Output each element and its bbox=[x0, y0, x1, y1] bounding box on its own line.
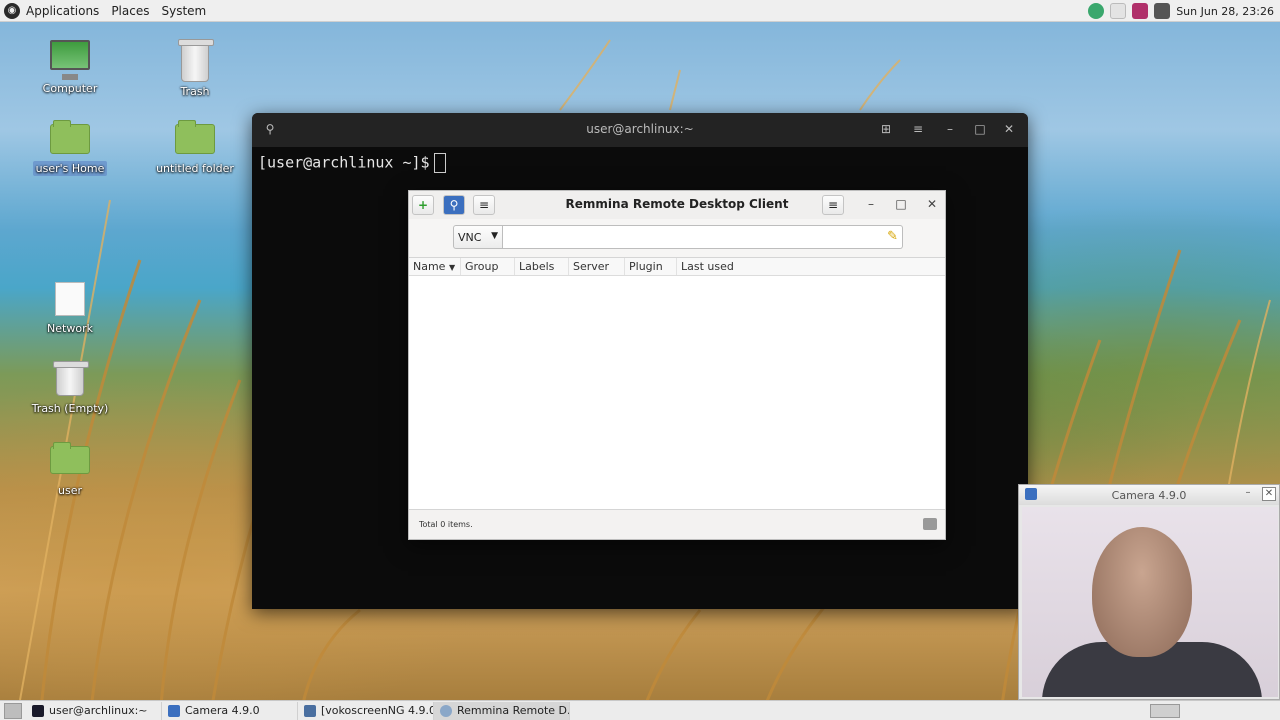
camera-title: Camera 4.9.0 bbox=[1111, 489, 1187, 502]
column-header-server[interactable]: Server bbox=[569, 258, 625, 275]
menu-applications[interactable]: Applications bbox=[20, 4, 105, 18]
show-desktop-icon[interactable] bbox=[4, 702, 22, 719]
desktop-icon-label: Computer bbox=[42, 82, 98, 95]
desktop-icon-home[interactable]: user's Home bbox=[25, 120, 115, 176]
desktop-icon-network[interactable]: Network bbox=[25, 282, 115, 335]
desktop-icon-label: untitled folder bbox=[156, 162, 234, 175]
minimize-icon[interactable]: – bbox=[863, 197, 879, 211]
main-menu-button[interactable]: ≡ bbox=[822, 195, 844, 215]
power-icon[interactable] bbox=[1110, 3, 1127, 19]
protocol-value: VNC bbox=[458, 231, 482, 244]
quick-connect-input[interactable]: ✎ bbox=[503, 225, 903, 249]
task-camera[interactable]: Camera 4.9.0 bbox=[162, 701, 298, 720]
home-folder-icon bbox=[50, 120, 90, 154]
applications-menu-icon[interactable]: ◉ bbox=[4, 2, 20, 19]
camera-icon bbox=[168, 704, 180, 717]
camera-window[interactable]: Camera 4.9.0 – ✕ bbox=[1018, 484, 1280, 700]
workspace-switcher[interactable] bbox=[1150, 704, 1180, 718]
person-head bbox=[1092, 527, 1192, 657]
desktop-icon-user[interactable]: user bbox=[25, 442, 115, 497]
maximize-icon[interactable]: □ bbox=[893, 197, 909, 211]
status-bar: Total 0 items. bbox=[409, 509, 945, 539]
task-label: Remmina Remote D... bbox=[457, 704, 570, 717]
status-text: Total 0 items. bbox=[419, 520, 473, 529]
new-tab-icon[interactable]: ⊞ bbox=[878, 122, 894, 136]
update-icon[interactable] bbox=[1088, 3, 1105, 19]
terminal-cursor bbox=[433, 153, 446, 173]
home-folder-icon bbox=[50, 442, 90, 474]
trash-icon bbox=[53, 361, 89, 396]
desktop-icon-label: Trash (Empty) bbox=[31, 402, 109, 415]
trash-icon bbox=[178, 39, 214, 82]
camera-feed bbox=[1022, 507, 1278, 697]
column-header-labels[interactable]: Labels bbox=[515, 258, 569, 275]
close-icon[interactable]: ✕ bbox=[1001, 122, 1017, 136]
desktop-icon-label: user's Home bbox=[32, 161, 108, 176]
camera-titlebar[interactable]: Camera 4.9.0 – ✕ bbox=[1019, 485, 1279, 505]
task-terminal[interactable]: user@archlinux:~ bbox=[26, 701, 162, 720]
computer-icon bbox=[50, 40, 90, 80]
terminal-prompt: [user@archlinux ~]$ bbox=[258, 153, 430, 172]
terminal-icon bbox=[32, 704, 44, 717]
desktop-icon-trash-empty[interactable]: Trash (Empty) bbox=[25, 361, 115, 415]
terminal-titlebar[interactable]: ⚲ user@archlinux:~ ⊞ ≡ – □ ✕ bbox=[252, 113, 1028, 147]
hamburger-menu-icon[interactable]: ≡ bbox=[910, 122, 926, 136]
column-header-last-used[interactable]: Last used bbox=[677, 258, 945, 275]
sort-down-icon: ▼ bbox=[448, 263, 456, 272]
table-header: Name ▼ Group Labels Server Plugin Last u… bbox=[409, 258, 945, 276]
remmina-icon bbox=[440, 704, 452, 717]
close-icon[interactable]: ✕ bbox=[924, 197, 940, 211]
network-icon[interactable] bbox=[1154, 3, 1171, 19]
bottom-taskbar: user@archlinux:~ Camera 4.9.0 [vokoscree… bbox=[0, 700, 1280, 720]
desktop-icon-computer[interactable]: Computer bbox=[25, 40, 115, 95]
desktop-icon-label: user bbox=[58, 484, 82, 497]
connections-table[interactable]: Name ▼ Group Labels Server Plugin Last u… bbox=[409, 257, 945, 509]
desktop-icon-label: Network bbox=[47, 322, 93, 335]
menu-system[interactable]: System bbox=[155, 4, 212, 18]
chevron-down-icon: ▼ bbox=[491, 231, 498, 241]
task-label: user@archlinux:~ bbox=[49, 704, 148, 717]
clear-icon[interactable]: ✎ bbox=[887, 229, 898, 244]
protocol-select[interactable]: VNC ▼ bbox=[453, 225, 503, 249]
desktop-icon-untitled-folder[interactable]: untitled folder bbox=[150, 120, 240, 175]
remmina-headerbar[interactable]: + ⚲ ≡ Remmina Remote Desktop Client ≡ – … bbox=[409, 191, 945, 219]
terminal-body[interactable]: [user@archlinux ~]$ bbox=[252, 147, 1028, 179]
remmina-window[interactable]: + ⚲ ≡ Remmina Remote Desktop Client ≡ – … bbox=[408, 190, 946, 540]
status-icon bbox=[923, 518, 937, 530]
task-remmina[interactable]: Remmina Remote D... bbox=[434, 701, 570, 720]
column-header-group[interactable]: Group bbox=[461, 258, 515, 275]
maximize-icon[interactable]: □ bbox=[972, 122, 988, 136]
menu-places[interactable]: Places bbox=[105, 4, 155, 18]
system-tray: Sun Jun 28, 23:26 bbox=[1088, 0, 1274, 22]
minimize-icon[interactable]: – bbox=[1241, 487, 1255, 501]
top-panel: ◉ Applications Places System Sun Jun 28,… bbox=[0, 0, 1280, 22]
clock[interactable]: Sun Jun 28, 23:26 bbox=[1176, 5, 1274, 18]
column-header-plugin[interactable]: Plugin bbox=[625, 258, 677, 275]
minimize-icon[interactable]: – bbox=[942, 122, 958, 136]
network-icon bbox=[55, 282, 85, 316]
task-label: [vokoscreenNG 4.9.0] bbox=[321, 704, 434, 717]
vokoscreen-icon bbox=[304, 704, 316, 717]
close-icon[interactable]: ✕ bbox=[1262, 487, 1276, 501]
task-label: Camera 4.9.0 bbox=[185, 704, 260, 717]
task-vokoscreen[interactable]: [vokoscreenNG 4.9.0] bbox=[298, 701, 434, 720]
folder-icon bbox=[175, 120, 215, 154]
quick-connect-bar: VNC ▼ ✎ bbox=[453, 225, 903, 249]
desktop-icon-label: Trash bbox=[180, 85, 210, 98]
desktop-icon-trash[interactable]: Trash bbox=[150, 39, 240, 98]
column-header-name[interactable]: Name ▼ bbox=[409, 258, 461, 275]
screen-recorder-icon[interactable] bbox=[1132, 3, 1149, 19]
